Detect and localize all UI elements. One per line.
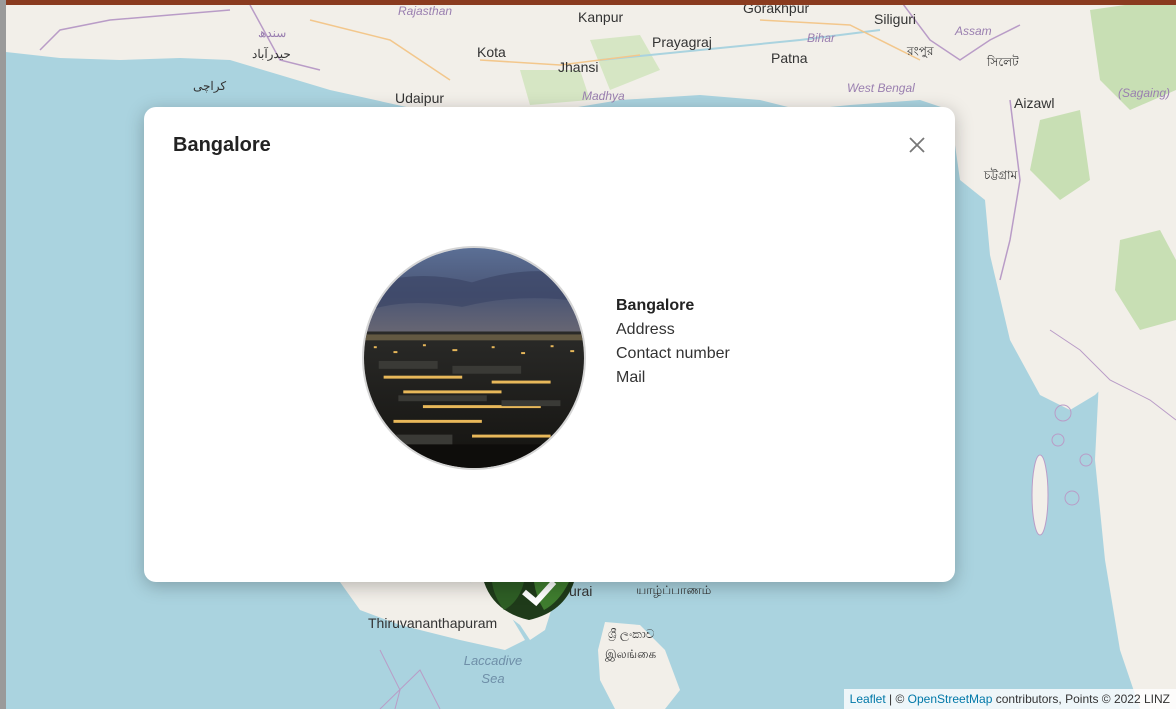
map-label-rajasthan: Rajasthan	[398, 4, 453, 18]
map-label-kota: Kota	[477, 44, 506, 60]
map-attribution: Leaflet | © OpenStreetMap contributors, …	[843, 689, 1176, 709]
map-label-rangpur: রংপুর	[907, 44, 934, 58]
location-contact: Contact number	[616, 345, 730, 362]
map-label-kanpur: Kanpur	[578, 9, 624, 25]
map-label-sylhet: সিলেট	[987, 55, 1019, 69]
map-label-sindh: سندھ	[258, 26, 287, 40]
top-border	[0, 0, 1176, 5]
map-label-west-bengal: West Bengal	[847, 81, 915, 95]
location-mail: Mail	[616, 369, 646, 386]
location-modal: Bangalore Bangalore Address Contact numb…	[144, 107, 955, 582]
map-label-sagaing: (Sagaing)	[1118, 86, 1171, 100]
map-label-bihar: Bihar	[807, 31, 836, 45]
map-label-laccadive-sea: Laccadive Sea	[463, 653, 523, 686]
map-label-sri-lanka-si: ශ්‍රී ලංකාව	[608, 627, 655, 641]
map-label-sri-lanka-ta: இலங்கை	[605, 647, 657, 661]
close-icon[interactable]	[905, 133, 929, 157]
map-label-siliguri: Siliguri	[874, 11, 917, 27]
map-label-aizawl: Aizawl	[1014, 95, 1055, 111]
location-info: Bangalore Address Contact number Mail	[616, 294, 730, 390]
leaflet-link[interactable]: Leaflet	[850, 692, 886, 706]
map-label-jaffna: யாழ்ப்பாணம்	[636, 583, 712, 597]
map-label-prayagraj: Prayagraj	[652, 34, 712, 50]
map-label-udaipur: Udaipur	[395, 90, 445, 106]
map-marker-icon[interactable]	[484, 579, 574, 622]
location-name: Bangalore	[616, 297, 695, 314]
map-label-hyderabad: حيدرآباد	[252, 47, 291, 61]
map-label-assam: Assam	[955, 24, 992, 38]
attribution-rest: contributors, Points © 2022 LINZ	[995, 692, 1170, 706]
map-label-patna: Patna	[771, 50, 808, 66]
map-label-thiruvananthapuram: Thiruvananthapuram	[368, 615, 498, 631]
left-border	[0, 0, 6, 709]
location-photo	[362, 246, 586, 470]
map-label-chittagong: চট্টগ্রাম	[984, 168, 1018, 182]
map-label-madhya: Madhya	[582, 89, 625, 103]
openstreetmap-link[interactable]: OpenStreetMap	[908, 692, 993, 706]
attribution-separator: | ©	[889, 692, 905, 706]
location-address: Address	[616, 321, 675, 338]
modal-title: Bangalore	[173, 134, 271, 156]
map-label-jhansi: Jhansi	[558, 59, 599, 75]
map-label-karachi: کراچی	[193, 79, 227, 93]
